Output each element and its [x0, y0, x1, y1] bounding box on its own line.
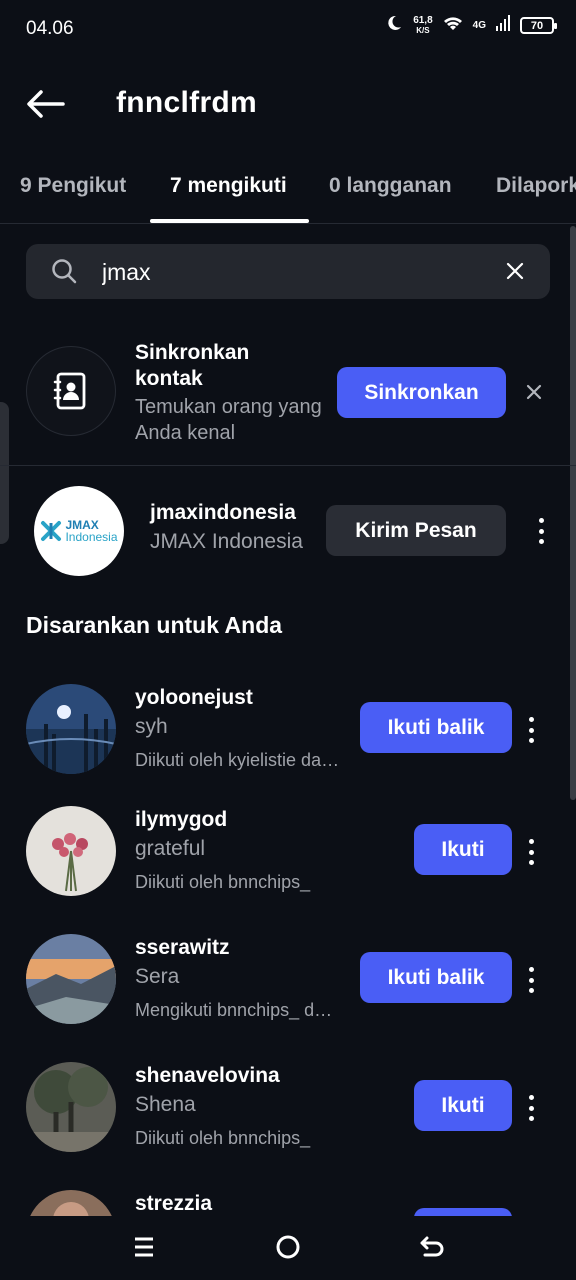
display-name: Shena	[135, 1093, 196, 1116]
username: jmaxindonesia	[150, 501, 296, 524]
display-name: syh	[135, 715, 168, 738]
search-bar	[26, 244, 550, 299]
tab-reported[interactable]: Dilaporkan	[496, 174, 576, 198]
back-nav-button[interactable]	[417, 1232, 447, 1262]
page-title: fnnclfrdm	[116, 86, 258, 119]
tab-subscriptions[interactable]: 0 langganan	[329, 174, 452, 198]
tab-followers[interactable]: 9 Pengikut	[20, 174, 126, 198]
avatar[interactable]: JMAX Indonesia	[34, 486, 124, 576]
search-result-row[interactable]: JMAX Indonesia jmaxindonesia JMAX Indone…	[0, 478, 576, 582]
more-options-button[interactable]	[521, 715, 541, 745]
avatar[interactable]	[26, 1190, 116, 1216]
mutual-info: Mengikuti bnnchips_ dan lainnya	[135, 1000, 340, 1020]
follow-button[interactable]: Ikuti	[414, 1080, 512, 1131]
avatar[interactable]	[26, 934, 116, 1024]
follow-back-button[interactable]: Ikuti balik	[360, 702, 512, 753]
sync-button[interactable]: Sinkronkan	[337, 367, 506, 418]
network-type: 4G	[472, 20, 486, 31]
close-icon	[526, 384, 542, 400]
display-name: Sera	[135, 965, 180, 988]
battery-icon: 70	[520, 17, 557, 34]
username: yoloonejust	[135, 686, 253, 709]
username: shenavelovina	[135, 1064, 280, 1087]
follow-back-button[interactable]: Ikuti balik	[360, 952, 512, 1003]
menu-icon	[135, 1237, 153, 1257]
username: ilymygod	[135, 808, 228, 831]
search-icon	[50, 257, 78, 290]
avatar[interactable]	[26, 806, 116, 896]
mutual-info: Diikuti oleh bnnchips_	[135, 872, 311, 892]
home-circle-icon	[276, 1235, 300, 1259]
follow-button[interactable]: Ikuti	[414, 824, 512, 875]
contacts-icon	[26, 346, 116, 436]
send-message-button[interactable]: Kirim Pesan	[326, 505, 506, 556]
sync-contacts-title: Sinkronkan kontak	[135, 341, 250, 390]
list-item[interactable]: sserawitz Sera Mengikuti bnnchips_ dan l…	[0, 934, 576, 1054]
list-item[interactable]: shenavelovina Shena Diikuti oleh bnnchip…	[0, 1062, 576, 1182]
back-button[interactable]	[22, 84, 68, 124]
jmax-logo: JMAX Indonesia	[40, 519, 118, 543]
display-name: grateful	[135, 837, 206, 860]
avatar[interactable]	[26, 684, 116, 774]
active-tab-indicator	[150, 219, 309, 223]
more-options-button[interactable]	[521, 1093, 541, 1123]
more-options-button[interactable]	[531, 516, 551, 546]
sync-contacts-subtitle: Temukan orang yang Anda kenal	[135, 396, 322, 444]
net-speed: 61,8 K/S	[413, 14, 433, 35]
header: fnnclfrdm	[0, 70, 576, 138]
tab-bar: 9 Pengikut 7 mengikuti 0 langganan Dilap…	[0, 152, 576, 224]
tab-following[interactable]: 7 mengikuti	[170, 174, 287, 198]
mutual-info: Diikuti oleh bnnchips_	[135, 1128, 311, 1148]
dismiss-sync-button[interactable]	[524, 382, 544, 402]
avatar[interactable]	[26, 1062, 116, 1152]
status-bar: 04.06 61,8 K/S 4G 70	[0, 0, 576, 58]
list-item[interactable]: strezzia	[0, 1190, 576, 1216]
more-options-button[interactable]	[521, 837, 541, 867]
list-item[interactable]: ilymygod grateful Diikuti oleh bnnchips_…	[0, 806, 576, 926]
search-input[interactable]	[102, 256, 482, 288]
follow-button[interactable]	[414, 1208, 512, 1216]
undo-back-icon	[420, 1236, 444, 1257]
list-item[interactable]: yoloonejust syh Diikuti oleh kyielistie …	[0, 684, 576, 804]
status-icons: 61,8 K/S 4G 70	[385, 14, 557, 37]
arrow-left-icon	[27, 90, 65, 118]
section-title: Disarankan untuk Anda	[26, 612, 283, 638]
display-name: JMAX Indonesia	[150, 530, 303, 553]
clear-search-button[interactable]	[504, 260, 526, 282]
system-nav-bar	[0, 1216, 576, 1280]
sync-contacts-card: Sinkronkan kontak Temukan orang yang And…	[0, 330, 576, 466]
status-time: 04.06	[26, 18, 74, 39]
moon-icon	[385, 14, 403, 37]
home-button[interactable]	[273, 1232, 303, 1262]
signal-icon	[496, 15, 510, 36]
recents-button[interactable]	[129, 1232, 159, 1262]
username: strezzia	[135, 1192, 213, 1215]
more-options-button[interactable]	[521, 965, 541, 995]
close-icon	[506, 262, 524, 280]
wifi-icon	[443, 15, 463, 36]
mutual-info: Diikuti oleh kyielistie dan lainnya	[135, 750, 340, 770]
username: sserawitz	[135, 936, 230, 959]
